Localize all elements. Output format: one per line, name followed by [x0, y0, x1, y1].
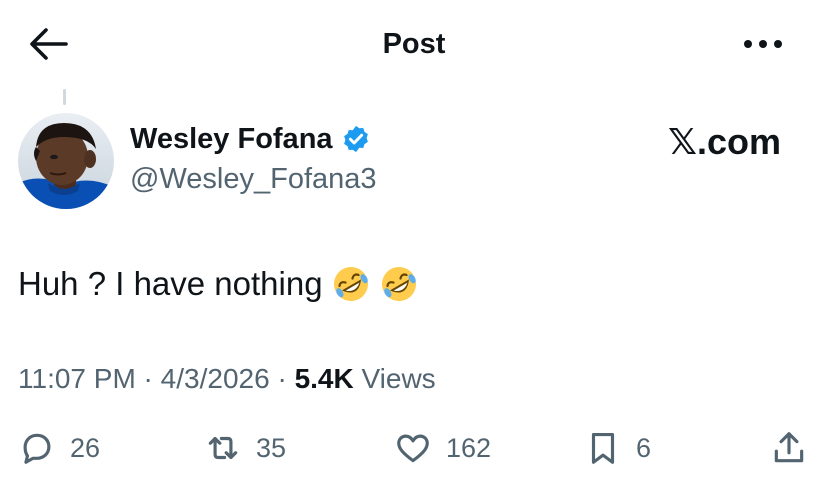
meta-separator: · — [135, 363, 161, 394]
reply-button[interactable]: 26 — [18, 428, 100, 468]
tweet-time[interactable]: 11:07 PM — [18, 363, 136, 394]
rolling-on-floor-laughing-emoji — [381, 267, 416, 301]
rolling-on-floor-laughing-emoji — [333, 267, 368, 301]
meta-separator: · — [269, 363, 295, 394]
reply-count: 26 — [70, 432, 101, 463]
tweet-meta: 11:07 PM · 4/3/2026 · 5.4K Views — [18, 361, 436, 397]
avatar-image — [18, 113, 114, 209]
like-count: 162 — [446, 432, 492, 463]
repost-count: 35 — [256, 432, 287, 463]
thread-connector-line — [63, 89, 66, 105]
tweet-date[interactable]: 4/3/2026 — [161, 363, 270, 394]
tweet-body: Huh ? I have nothing — [18, 262, 419, 306]
tweet-text: Huh ? I have nothing — [18, 265, 323, 302]
page-title: Post — [382, 28, 446, 60]
more-horizontal-icon — [744, 40, 782, 48]
views-label: Views — [353, 363, 436, 394]
x-com-watermark: 𝕏.com — [668, 121, 782, 162]
like-button[interactable]: 162 — [394, 428, 491, 468]
avatar[interactable] — [18, 113, 114, 209]
author-handle[interactable]: @Wesley_Fofana3 — [130, 161, 377, 197]
reply-icon — [23, 433, 51, 464]
bookmark-count: 6 — [636, 432, 652, 463]
author-name-row: Wesley Fofana — [130, 120, 371, 158]
share-button[interactable] — [770, 428, 808, 468]
bookmark-icon — [591, 432, 615, 464]
verified-badge-icon — [343, 125, 368, 153]
author-display-name[interactable]: Wesley Fofana — [130, 120, 333, 158]
bookmark-button[interactable]: 6 — [584, 428, 651, 468]
repost-icon — [208, 436, 238, 460]
views-count: 5.4K — [294, 363, 354, 394]
share-icon — [774, 432, 804, 463]
more-options-button[interactable] — [740, 32, 786, 56]
heart-icon — [397, 434, 429, 463]
repost-button[interactable]: 35 — [204, 428, 286, 468]
